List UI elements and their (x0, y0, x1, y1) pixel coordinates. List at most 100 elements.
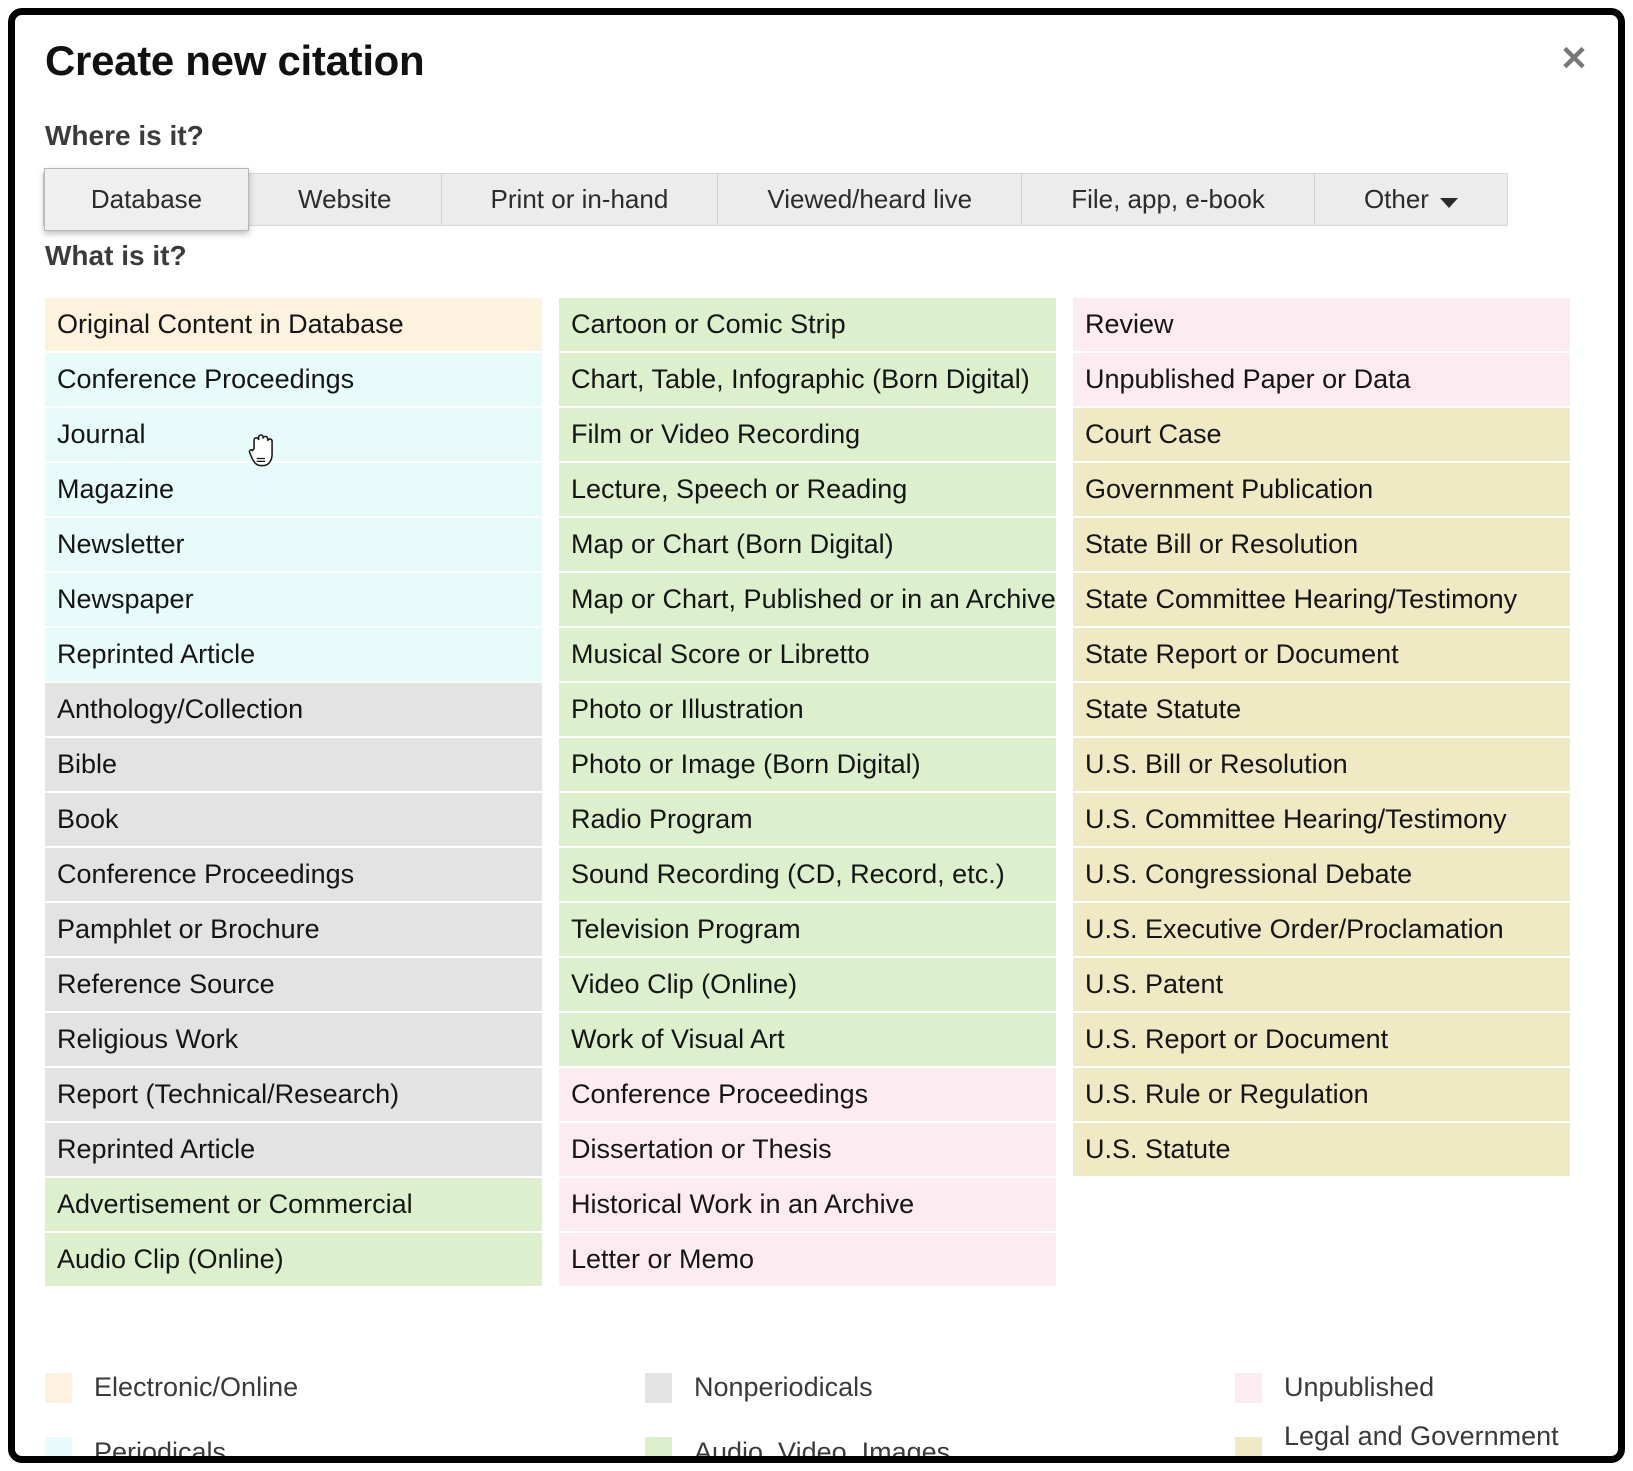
citation-type-item[interactable]: Video Clip (Online) (559, 958, 1056, 1011)
citation-type-label: Letter or Memo (571, 1244, 754, 1275)
citation-type-item[interactable]: Reference Source (45, 958, 542, 1011)
legend-entry: Periodicals (45, 1421, 645, 1463)
tab-viewed-heard-live[interactable]: Viewed/heard live (718, 174, 1022, 225)
citation-type-item[interactable]: Film or Video Recording (559, 408, 1056, 461)
citation-type-label: Court Case (1085, 419, 1222, 450)
citation-type-item[interactable]: Unpublished Paper or Data (1073, 353, 1570, 406)
citation-type-item[interactable]: Newsletter (45, 518, 542, 571)
citation-type-label: Musical Score or Libretto (571, 639, 870, 670)
citation-type-label: U.S. Executive Order/Proclamation (1085, 914, 1504, 945)
citation-type-label: U.S. Rule or Regulation (1085, 1079, 1369, 1110)
citation-type-label: Conference Proceedings (57, 364, 354, 395)
citation-type-label: Report (Technical/Research) (57, 1079, 399, 1110)
tab-print-or-in-hand[interactable]: Print or in-hand (442, 174, 719, 225)
citation-type-item[interactable]: Review (1073, 298, 1570, 351)
citation-type-item[interactable]: Book (45, 793, 542, 846)
citation-type-label: Photo or Illustration (571, 694, 804, 725)
citation-type-item[interactable]: Pamphlet or Brochure (45, 903, 542, 956)
citation-type-item[interactable]: Radio Program (559, 793, 1056, 846)
citation-type-item[interactable]: U.S. Congressional Debate (1073, 848, 1570, 901)
citation-type-label: Lecture, Speech or Reading (571, 474, 907, 505)
citation-type-item[interactable]: Historical Work in an Archive (559, 1178, 1056, 1231)
citation-type-item[interactable]: Bible (45, 738, 542, 791)
legend-color-swatch (45, 1373, 72, 1403)
column-1: Original Content in Database Conference P… (45, 298, 542, 1286)
legend-label: Legal and Government Sources (1284, 1421, 1585, 1463)
citation-type-item[interactable]: Dissertation or Thesis (559, 1123, 1056, 1176)
citation-type-item[interactable]: Map or Chart (Born Digital) (559, 518, 1056, 571)
citation-type-item[interactable]: Audio Clip (Online) (45, 1233, 542, 1286)
citation-type-item[interactable]: Court Case (1073, 408, 1570, 461)
citation-type-label: Magazine (57, 474, 174, 505)
citation-type-label: Map or Chart, Published or in an Archive (571, 584, 1056, 615)
citation-type-item[interactable]: U.S. Statute (1073, 1123, 1570, 1176)
legend-label: Electronic/Online (94, 1372, 298, 1403)
tab-label: Viewed/heard live (767, 184, 972, 215)
citation-type-item[interactable]: State Bill or Resolution (1073, 518, 1570, 571)
citation-type-item[interactable]: Letter or Memo (559, 1233, 1056, 1286)
citation-type-item[interactable]: Conference Proceedings (45, 848, 542, 901)
legend-entry: Unpublished (1235, 1372, 1585, 1403)
citation-type-item[interactable]: State Committee Hearing/Testimony (1073, 573, 1570, 626)
citation-type-item[interactable]: Lecture, Speech or Reading (559, 463, 1056, 516)
citation-type-item[interactable]: Reprinted Article (45, 628, 542, 681)
tab-label: File, app, e-book (1071, 184, 1265, 215)
column-2: Cartoon or Comic StripChart, Table, Info… (559, 298, 1056, 1286)
citation-type-item[interactable]: Reprinted Article (45, 1123, 542, 1176)
legend-entry: Audio, Video, Images (645, 1421, 1235, 1463)
citation-type-item[interactable]: Photo or Illustration (559, 683, 1056, 736)
citation-type-item[interactable]: Work of Visual Art (559, 1013, 1056, 1066)
tab-website[interactable]: Website (249, 174, 442, 225)
citation-type-label: U.S. Statute (1085, 1134, 1231, 1165)
citation-type-item[interactable]: Report (Technical/Research) (45, 1068, 542, 1121)
chevron-down-icon (1440, 198, 1458, 208)
legend-color-swatch (1235, 1437, 1262, 1463)
citation-type-item[interactable]: Sound Recording (CD, Record, etc.) (559, 848, 1056, 901)
tab-other[interactable]: Other (1315, 174, 1507, 225)
legend-entry: Nonperiodicals (645, 1372, 1235, 1403)
tab-database[interactable]: Database (44, 168, 249, 231)
citation-type-item[interactable]: Television Program (559, 903, 1056, 956)
tab-label: Print or in-hand (491, 184, 669, 215)
citation-type-item[interactable]: Government Publication (1073, 463, 1570, 516)
close-icon[interactable]: ✕ (1552, 37, 1596, 81)
citation-type-item[interactable]: Original Content in Database (45, 298, 542, 351)
citation-type-label: Reference Source (57, 969, 275, 1000)
citation-type-label: Sound Recording (CD, Record, etc.) (571, 859, 1005, 890)
page-title: Create new citation (45, 37, 424, 85)
tab-file-app-e-book[interactable]: File, app, e-book (1022, 174, 1315, 225)
citation-type-label: Radio Program (571, 804, 753, 835)
legend-color-swatch (1235, 1373, 1262, 1403)
citation-type-label: Journal (57, 419, 146, 450)
citation-type-item[interactable]: Magazine (45, 463, 542, 516)
citation-type-label: Photo or Image (Born Digital) (571, 749, 921, 780)
citation-type-item[interactable]: U.S. Committee Hearing/Testimony (1073, 793, 1570, 846)
citation-type-item[interactable]: Religious Work (45, 1013, 542, 1066)
citation-type-label: U.S. Bill or Resolution (1085, 749, 1348, 780)
citation-type-item[interactable]: Anthology/Collection (45, 683, 542, 736)
citation-type-item[interactable]: Advertisement or Commercial (45, 1178, 542, 1231)
citation-type-item[interactable]: U.S. Executive Order/Proclamation (1073, 903, 1570, 956)
citation-type-label: Religious Work (57, 1024, 238, 1055)
citation-type-item[interactable]: Conference Proceedings (45, 353, 542, 406)
citation-type-item[interactable]: State Statute (1073, 683, 1570, 736)
citation-type-item[interactable]: Map or Chart, Published or in an Archive (559, 573, 1056, 626)
citation-type-item[interactable]: U.S. Patent (1073, 958, 1570, 1011)
citation-type-item[interactable]: U.S. Bill or Resolution (1073, 738, 1570, 791)
citation-type-label: Map or Chart (Born Digital) (571, 529, 894, 560)
citation-type-item[interactable]: Chart, Table, Infographic (Born Digital) (559, 353, 1056, 406)
citation-type-item[interactable]: U.S. Report or Document (1073, 1013, 1570, 1066)
citation-type-item[interactable]: Newspaper (45, 573, 542, 626)
citation-type-item[interactable]: Journal (45, 408, 542, 461)
citation-type-label: State Statute (1085, 694, 1241, 725)
tab-label: Other (1364, 184, 1429, 215)
citation-type-item[interactable]: U.S. Rule or Regulation (1073, 1068, 1570, 1121)
citation-type-item[interactable]: Conference Proceedings (559, 1068, 1056, 1121)
citation-type-label: U.S. Committee Hearing/Testimony (1085, 804, 1507, 835)
citation-type-item[interactable]: Photo or Image (Born Digital) (559, 738, 1056, 791)
citation-type-item[interactable]: Musical Score or Libretto (559, 628, 1056, 681)
citation-type-item[interactable]: State Report or Document (1073, 628, 1570, 681)
category-legend: Electronic/Online NonperiodicalsUnpublish… (45, 1372, 1585, 1463)
citation-type-item[interactable]: Cartoon or Comic Strip (559, 298, 1056, 351)
citation-type-label: Advertisement or Commercial (57, 1189, 413, 1220)
